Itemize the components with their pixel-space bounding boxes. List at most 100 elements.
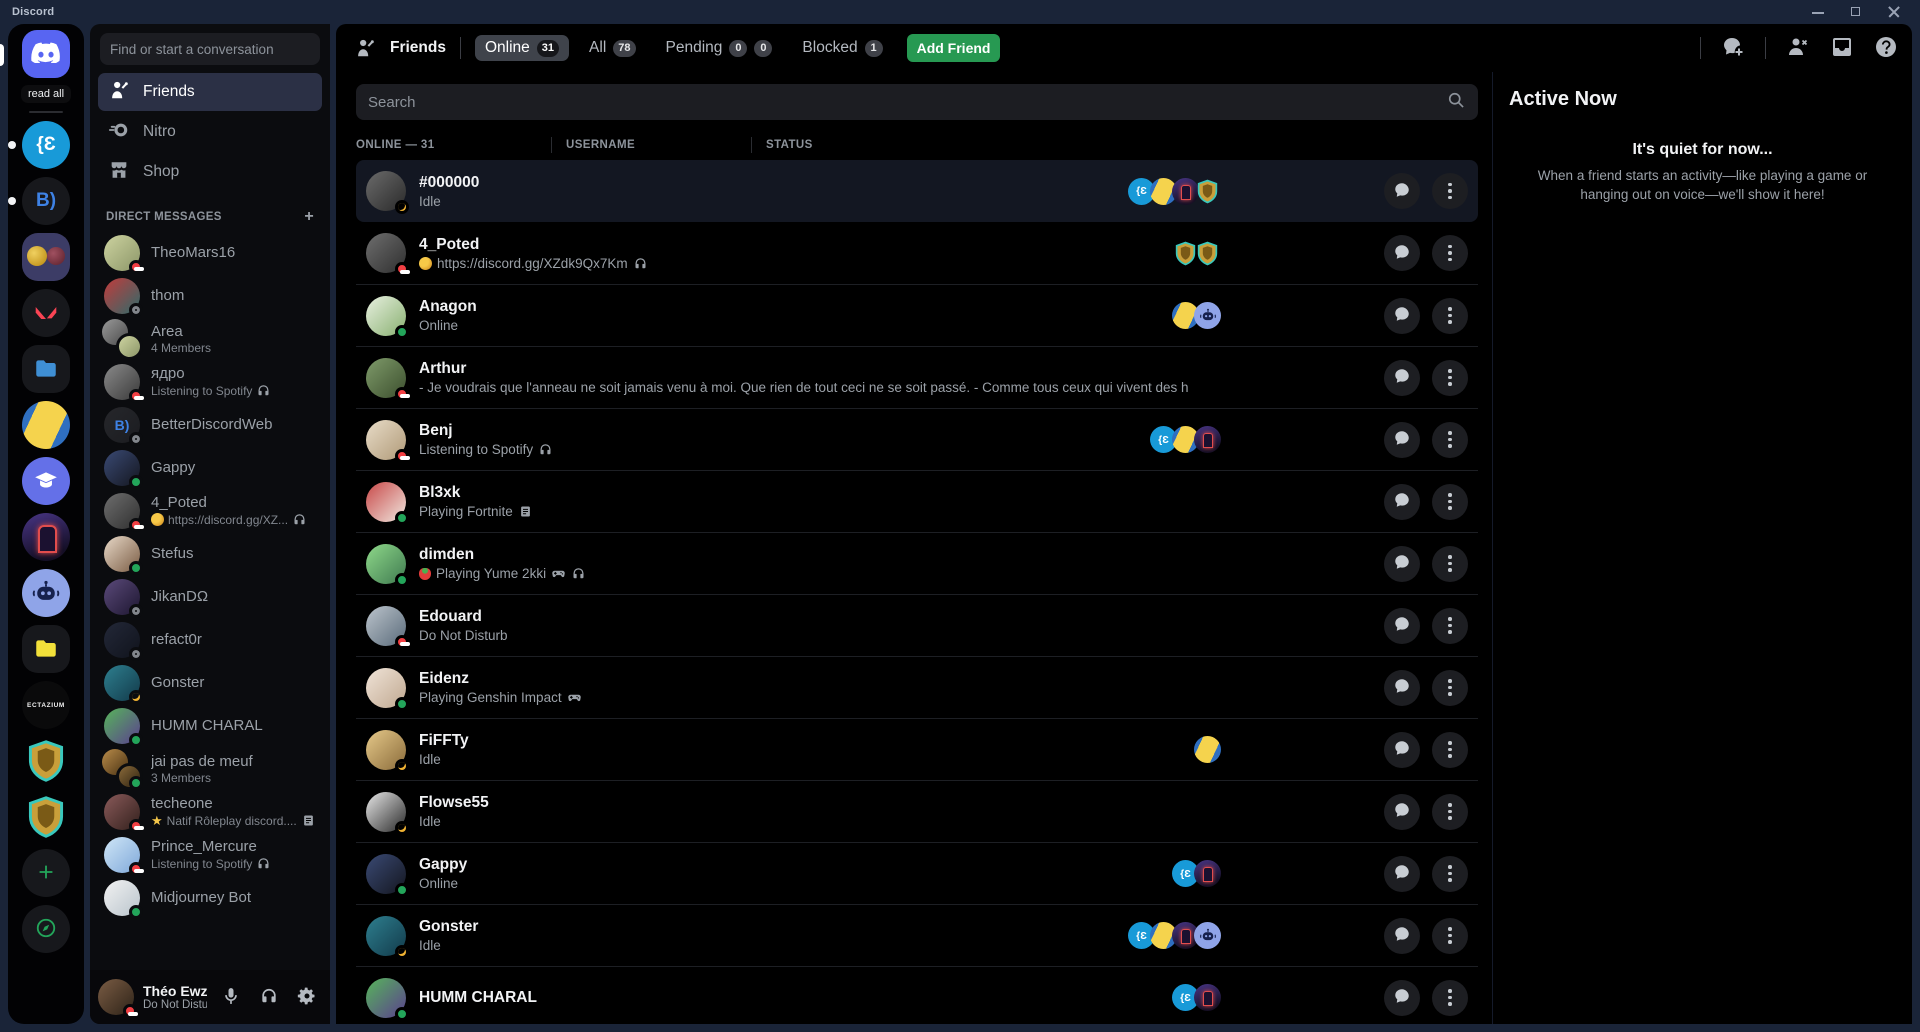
server-icon-coins[interactable] bbox=[22, 233, 70, 281]
friend-row[interactable]: Arthur- Je voudrais que l'anneau ne soit… bbox=[356, 346, 1478, 408]
dm-item[interactable]: Gonster bbox=[98, 661, 322, 704]
mute-microphone-button[interactable] bbox=[216, 982, 246, 1012]
more-button[interactable] bbox=[1432, 484, 1468, 520]
maximize-button[interactable] bbox=[1850, 6, 1862, 18]
server-icon-door[interactable] bbox=[22, 513, 70, 561]
tab-blocked[interactable]: Blocked 1 bbox=[792, 35, 892, 61]
friend-row[interactable]: Flowse55Idle bbox=[356, 780, 1478, 842]
server-icon-e[interactable]: {Ɛ bbox=[22, 121, 70, 169]
user-info[interactable]: Théo Ewz... Do Not Distu... bbox=[143, 983, 207, 1011]
friends-search[interactable] bbox=[356, 84, 1478, 120]
server-icon-bd[interactable]: B) bbox=[22, 177, 70, 225]
server-icon-valorant[interactable] bbox=[22, 289, 70, 337]
server-icon-shield[interactable] bbox=[22, 737, 70, 785]
friend-row[interactable]: HUMM CHARAL{Ɛ bbox=[356, 966, 1478, 1024]
user-settings-button[interactable] bbox=[292, 982, 322, 1012]
dm-item[interactable]: Stefus bbox=[98, 532, 322, 575]
server-icon-folder-yellow[interactable] bbox=[22, 625, 70, 673]
message-button[interactable] bbox=[1384, 608, 1420, 644]
sidebar-item-nitro[interactable]: Nitro bbox=[98, 113, 322, 151]
more-button[interactable] bbox=[1432, 980, 1468, 1016]
server-icon-robot[interactable] bbox=[22, 569, 70, 617]
friend-row[interactable]: GappyOnline{Ɛ bbox=[356, 842, 1478, 904]
message-button[interactable] bbox=[1384, 732, 1420, 768]
dm-item[interactable]: Area4 Members bbox=[98, 317, 322, 360]
help-button[interactable] bbox=[1874, 35, 1898, 62]
message-button[interactable] bbox=[1384, 422, 1420, 458]
sidebar-item-friends[interactable]: Friends bbox=[98, 73, 322, 111]
more-button[interactable] bbox=[1432, 546, 1468, 582]
tab-online[interactable]: Online 31 bbox=[475, 35, 569, 61]
explore-servers-button[interactable] bbox=[22, 905, 70, 953]
friend-row[interactable]: GonsterIdle{Ɛ bbox=[356, 904, 1478, 966]
message-button[interactable] bbox=[1384, 173, 1420, 209]
server-icon-grad[interactable] bbox=[22, 457, 70, 505]
dm-item[interactable]: techeone★Natif Rôleplay discord.... bbox=[98, 790, 322, 833]
message-button[interactable] bbox=[1384, 235, 1420, 271]
dm-item[interactable]: jai pas de meuf3 Members bbox=[98, 747, 322, 790]
server-icon-shield[interactable] bbox=[22, 793, 70, 841]
dm-item[interactable]: thom bbox=[98, 274, 322, 317]
more-button[interactable] bbox=[1432, 360, 1468, 396]
dm-item[interactable]: B)BetterDiscordWeb bbox=[98, 403, 322, 446]
friend-row[interactable]: dimdenPlaying Yume 2kki bbox=[356, 532, 1478, 594]
remove-friend-button[interactable] bbox=[1786, 35, 1810, 62]
more-button[interactable] bbox=[1432, 173, 1468, 209]
dm-item[interactable]: ядроListening to Spotify bbox=[98, 360, 322, 403]
dm-item[interactable]: Prince_MercureListening to Spotify bbox=[98, 833, 322, 876]
friend-row[interactable]: EidenzPlaying Genshin Impact bbox=[356, 656, 1478, 718]
message-button[interactable] bbox=[1384, 546, 1420, 582]
sidebar-item-shop[interactable]: Shop bbox=[98, 153, 322, 191]
dm-item[interactable]: 4_Potedhttps://discord.gg/XZ... bbox=[98, 489, 322, 532]
more-button[interactable] bbox=[1432, 856, 1468, 892]
message-button[interactable] bbox=[1384, 794, 1420, 830]
more-button[interactable] bbox=[1432, 670, 1468, 706]
create-dm-button[interactable]: + bbox=[304, 209, 314, 225]
dm-item[interactable]: Midjourney Bot bbox=[98, 876, 322, 919]
deafen-button[interactable] bbox=[254, 982, 284, 1012]
dm-item[interactable]: JikanDΩ bbox=[98, 575, 322, 618]
message-button[interactable] bbox=[1384, 918, 1420, 954]
friend-row[interactable]: BenjListening to Spotify{Ɛ bbox=[356, 408, 1478, 470]
conversation-search-input[interactable] bbox=[110, 42, 310, 57]
message-button[interactable] bbox=[1384, 484, 1420, 520]
close-button[interactable] bbox=[1888, 6, 1900, 18]
friend-row[interactable]: EdouardDo Not Disturb bbox=[356, 594, 1478, 656]
tab-pending[interactable]: Pending 0 0 bbox=[656, 35, 783, 61]
dm-item[interactable]: refact0r bbox=[98, 618, 322, 661]
dm-item[interactable]: HUMM CHARAL bbox=[98, 704, 322, 747]
message-button[interactable] bbox=[1384, 670, 1420, 706]
add-friend-button[interactable]: Add Friend bbox=[907, 34, 1001, 62]
user-avatar[interactable] bbox=[98, 979, 134, 1015]
server-icon-vault[interactable] bbox=[22, 401, 70, 449]
dm-header-label[interactable]: DIRECT MESSAGES bbox=[106, 211, 222, 223]
conversation-search[interactable] bbox=[100, 33, 320, 65]
more-button[interactable] bbox=[1432, 235, 1468, 271]
more-button[interactable] bbox=[1432, 794, 1468, 830]
message-button[interactable] bbox=[1384, 298, 1420, 334]
message-button[interactable] bbox=[1384, 856, 1420, 892]
friend-row[interactable]: #000000Idle{Ɛ bbox=[356, 160, 1478, 222]
dm-item[interactable]: Gappy bbox=[98, 446, 322, 489]
server-icon-folder-blue[interactable] bbox=[22, 345, 70, 393]
friend-row[interactable]: AnagonOnline bbox=[356, 284, 1478, 346]
inbox-button[interactable] bbox=[1830, 35, 1854, 62]
friend-row[interactable]: Bl3xkPlaying Fortnite bbox=[356, 470, 1478, 532]
friend-row[interactable]: 4_Potedhttps://discord.gg/XZdk9Qx7Km bbox=[356, 222, 1478, 284]
more-button[interactable] bbox=[1432, 918, 1468, 954]
dm-item[interactable]: TheoMars16 bbox=[98, 231, 322, 274]
message-button[interactable] bbox=[1384, 980, 1420, 1016]
new-group-dm-button[interactable] bbox=[1721, 35, 1745, 62]
minimize-button[interactable] bbox=[1812, 6, 1824, 18]
more-button[interactable] bbox=[1432, 298, 1468, 334]
more-button[interactable] bbox=[1432, 422, 1468, 458]
more-button[interactable] bbox=[1432, 608, 1468, 644]
server-icon-ectazium[interactable]: ECTAZIUM bbox=[22, 681, 70, 729]
more-button[interactable] bbox=[1432, 732, 1468, 768]
add-server-button[interactable] bbox=[22, 849, 70, 897]
friends-search-input[interactable] bbox=[368, 94, 1446, 111]
message-button[interactable] bbox=[1384, 360, 1420, 396]
tab-all[interactable]: All 78 bbox=[579, 35, 645, 61]
discord-home-button[interactable] bbox=[22, 30, 70, 78]
friend-row[interactable]: FiFFTyIdle bbox=[356, 718, 1478, 780]
